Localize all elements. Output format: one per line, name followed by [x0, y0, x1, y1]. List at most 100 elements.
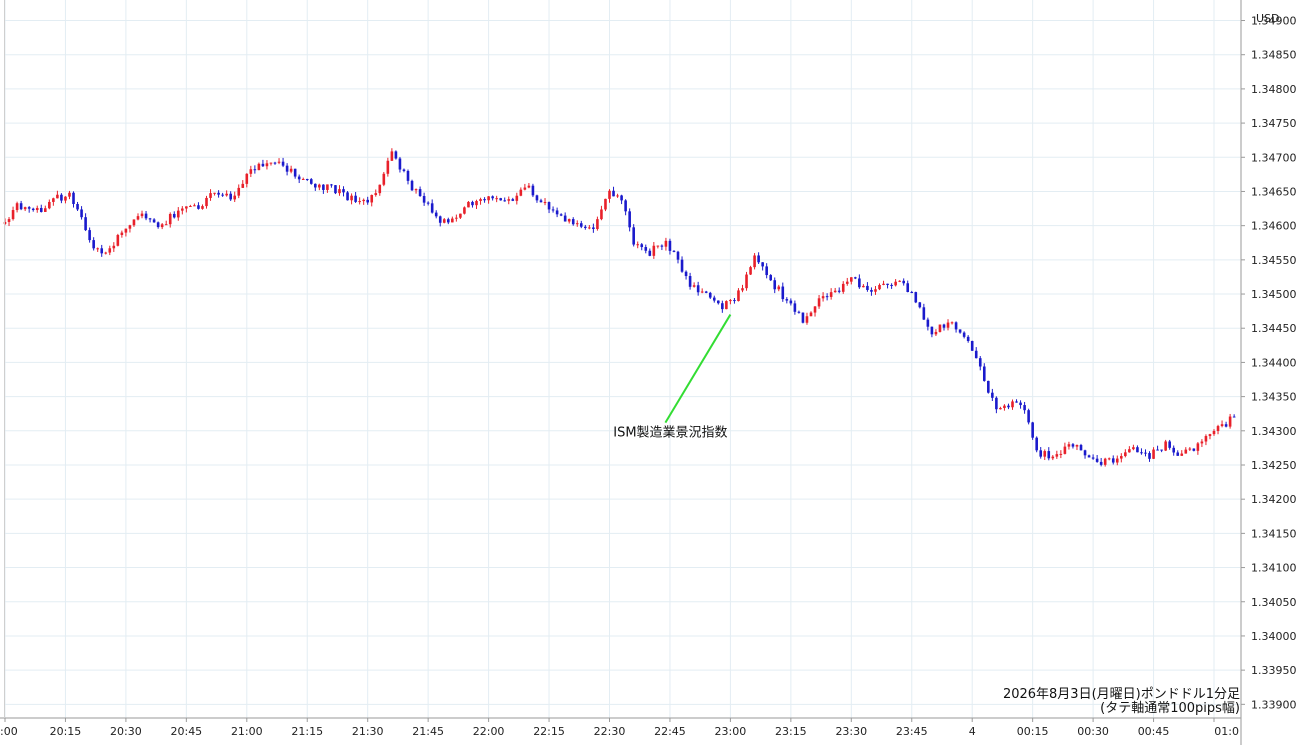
candle-body: [1003, 405, 1006, 409]
candle-body: [729, 300, 732, 302]
candle-body: [721, 303, 724, 310]
candle-body: [708, 292, 712, 298]
candle-body: [193, 205, 196, 207]
candle-body: [1204, 436, 1208, 442]
candle-body: [930, 326, 934, 335]
candle-body: [132, 219, 136, 226]
y-tick-label: 1.34500: [1251, 288, 1297, 301]
candle-body: [676, 251, 680, 260]
candle-body: [797, 311, 801, 313]
candle-body: [535, 195, 539, 201]
x-tick-label: 22:30: [594, 725, 626, 738]
candle-body: [386, 160, 390, 174]
candle-body: [1055, 454, 1059, 457]
x-tick-label: 22:45: [654, 725, 686, 738]
candle-body: [987, 380, 990, 393]
candle-body: [914, 292, 918, 303]
candle-body: [753, 255, 756, 268]
candle-body: [745, 274, 748, 289]
candle-body: [1087, 455, 1091, 458]
candle-body: [1091, 457, 1095, 459]
x-tick-label: 22:15: [533, 725, 565, 738]
candle-body: [531, 185, 535, 196]
candle-body: [483, 199, 486, 201]
candle-body: [245, 173, 249, 184]
candle-body: [579, 223, 583, 227]
candle-body: [837, 290, 841, 292]
candle-body: [575, 223, 579, 225]
candle-body: [1164, 441, 1167, 451]
candle-body: [451, 218, 454, 223]
x-tick-label: 23:00: [715, 725, 747, 738]
candle-body: [773, 280, 777, 290]
candle-body: [124, 228, 128, 233]
candle-body: [426, 202, 430, 204]
candle-body: [84, 217, 87, 231]
candle-body: [950, 322, 954, 324]
candle-body: [858, 278, 861, 288]
candle-body: [370, 195, 374, 203]
candle-body: [410, 180, 414, 191]
candle-body: [1144, 452, 1147, 454]
candle-body: [970, 340, 974, 351]
candle-body: [48, 201, 51, 209]
candle-body: [850, 277, 853, 282]
y-tick-label: 1.34200: [1251, 493, 1297, 506]
candlestick-chart: 1.349001.348501.348001.347501.347001.346…: [0, 0, 1297, 745]
candle-body: [305, 178, 309, 180]
candle-body: [1232, 416, 1236, 418]
candle-body: [1067, 444, 1071, 447]
candle-body: [596, 219, 599, 230]
candle-body: [1099, 461, 1103, 465]
candle-body: [519, 189, 523, 196]
candle-body: [1023, 405, 1026, 411]
candle-body: [1160, 449, 1163, 451]
x-tick-label: 21:30: [352, 725, 384, 738]
candle-body: [757, 255, 760, 263]
candle-body: [741, 288, 744, 291]
candle-body: [463, 207, 466, 214]
candle-body: [793, 303, 797, 312]
candle-body: [205, 197, 208, 207]
candle-body: [229, 193, 232, 200]
candle-body: [241, 183, 245, 188]
candle-body: [1035, 437, 1038, 451]
candle-body: [592, 227, 595, 230]
candle-body: [430, 203, 434, 213]
candle-body: [237, 187, 241, 196]
candle-body: [999, 408, 1002, 410]
candle-body: [692, 285, 696, 287]
candle-body: [737, 290, 740, 302]
candle-body: [128, 225, 132, 229]
candle-body: [56, 194, 59, 199]
candle-body: [293, 168, 297, 177]
price-chart: 1.34900 1.34850 1.34800 1.34750 1.34700 1.346…: [0, 0, 1300, 745]
candle-body: [491, 196, 494, 199]
candle-body: [1140, 452, 1143, 454]
candle-body: [966, 336, 970, 341]
candle-body: [1128, 449, 1131, 453]
x-tick-label: 23:30: [835, 725, 867, 738]
x-tick-label: 21:00: [231, 725, 263, 738]
candle-body: [261, 163, 265, 167]
candle-body: [1200, 441, 1204, 444]
candle-body: [769, 275, 772, 281]
x-tick-label: 22:00: [473, 725, 505, 738]
y-tick-label: 1.34050: [1251, 596, 1297, 609]
candle-body: [704, 291, 708, 293]
candle-body: [362, 199, 365, 202]
candle-body: [781, 286, 785, 300]
candle-body: [1103, 458, 1107, 465]
candle-body: [717, 300, 720, 304]
candle-body: [825, 296, 829, 298]
candle-body: [382, 173, 386, 185]
candle-body: [402, 169, 406, 171]
candle-body: [612, 190, 615, 197]
candle-body: [68, 192, 71, 197]
x-tick-label: 20:30: [110, 725, 142, 738]
candle-body: [318, 184, 321, 188]
x-tick-label: 20:15: [50, 725, 82, 738]
x-tick-label: 00:15: [1017, 725, 1049, 738]
candle-body: [644, 247, 648, 251]
candle-body: [1047, 451, 1051, 459]
